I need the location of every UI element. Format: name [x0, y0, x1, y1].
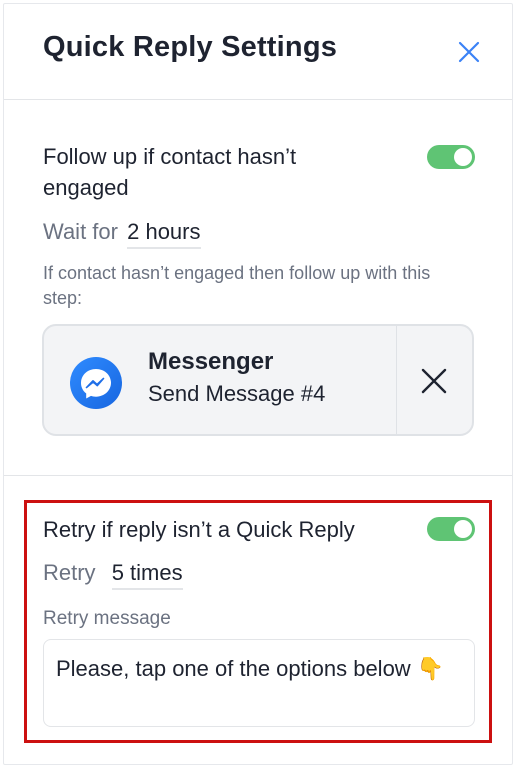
retry-section-highlight: [24, 500, 492, 743]
toggle-knob: [454, 148, 472, 166]
remove-step-icon[interactable]: [421, 368, 447, 394]
panel-header: Quick Reply Settings: [4, 4, 512, 100]
panel-title: Quick Reply Settings: [43, 31, 338, 63]
follow-up-section: Follow up if contact hasn’t engaged Wait…: [4, 100, 512, 476]
step-message-name: Send Message #4: [148, 381, 326, 406]
follow-up-step-card[interactable]: Messenger Send Message #4: [42, 324, 474, 436]
wait-duration[interactable]: 2 hours: [127, 219, 201, 249]
follow-up-hint: If contact hasn’t engaged then follow up…: [43, 263, 431, 308]
wait-label: Wait for: [43, 219, 118, 244]
close-icon[interactable]: [458, 41, 480, 63]
follow-up-toggle[interactable]: [427, 145, 475, 169]
follow-up-label: Follow up if contact hasn’t engaged: [43, 144, 297, 200]
step-divider: [396, 326, 397, 434]
messenger-icon: [70, 357, 122, 409]
wait-row: Wait for 2 hours: [43, 219, 201, 249]
step-channel-title: Messenger: [148, 348, 274, 375]
